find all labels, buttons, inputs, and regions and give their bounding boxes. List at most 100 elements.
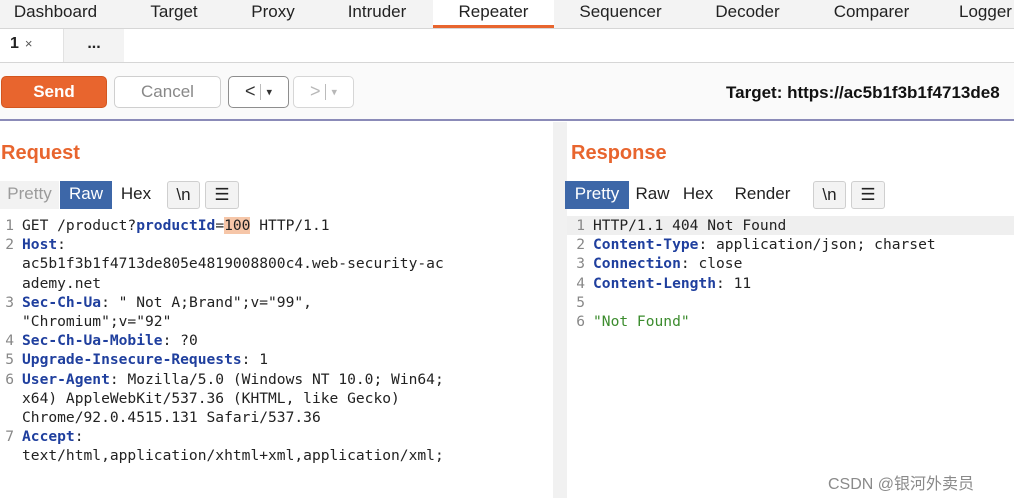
request-editor[interactable]: 1 GET /product?productId=100 HTTP/1.1 2 Hos…	[0, 216, 553, 486]
line-number: 4	[576, 274, 585, 292]
toolbar: Send Cancel < ▾ > ▾ Target: https://ac5b1f…	[0, 63, 1014, 121]
header-name: Accept	[22, 428, 75, 446]
code-token: ac5b1f3b1f4713de805e4819008800c4.web-sec…	[22, 255, 444, 273]
code-token: :	[74, 428, 84, 446]
code-text: HTTP/1.1 404 Not Found	[593, 216, 786, 235]
header-name: Content-Type	[593, 236, 699, 254]
line-number: 3	[5, 293, 14, 311]
param-value-highlight: 100	[224, 217, 251, 234]
code-text: ademy.net	[22, 274, 101, 293]
header-name: Sec-Ch-Ua	[22, 293, 102, 311]
request-view-hex[interactable]: Hex	[113, 181, 159, 209]
line-number: 5	[5, 351, 14, 369]
code-token: Chrome/92.0.4515.131 Safari/537.36	[22, 409, 321, 426]
code-text: GET /product?productId=100 HTTP/1.1	[22, 216, 330, 235]
line-number: 1	[5, 217, 14, 234]
code-token: :	[57, 236, 66, 254]
code-token: GET /product?	[22, 217, 137, 234]
code-token: =	[215, 217, 225, 234]
code-text: Upgrade-Insecure-Requests: 1	[22, 350, 268, 369]
code-token: HTTP/1.1 404 Not Found	[593, 217, 787, 234]
response-view-hex[interactable]: Hex	[676, 181, 720, 209]
header-name: Content-Length	[593, 274, 717, 292]
code-token: "Chromium";v="92"	[22, 313, 172, 330]
json-string: "Not Found"	[593, 313, 690, 330]
code-text: text/html,application/xhtml+xml,applicat…	[22, 446, 444, 465]
dropdown-caret-icon[interactable]: ▾	[331, 86, 337, 98]
code-token: HTTP/1.1	[250, 217, 330, 234]
response-view-pretty[interactable]: Pretty	[565, 181, 629, 209]
code-token: x64) AppleWebKit/537.36 (KHTML, like Gec…	[22, 389, 400, 407]
target-label[interactable]: Target: https://ac5b1f3b1f4713de8	[726, 83, 1000, 103]
code-text: Accept:	[22, 427, 84, 446]
header-name: Sec-Ch-Ua-Mobile	[22, 332, 163, 350]
header-name: Connection	[593, 255, 681, 273]
top-nav: Dashboard Target Proxy Intruder Repeater…	[0, 0, 1014, 29]
header-name: Host	[22, 236, 58, 254]
tab-target[interactable]: Target	[111, 0, 237, 28]
line-number: 5	[576, 293, 585, 311]
code-token: : 11	[716, 274, 752, 292]
tab-proxy[interactable]: Proxy	[237, 0, 309, 28]
panel-divider[interactable]	[553, 122, 567, 498]
menu-icon[interactable]: ☰	[851, 181, 885, 209]
line-number: 3	[576, 255, 585, 273]
header-name: Upgrade-Insecure-Requests	[22, 351, 242, 369]
code-text: ac5b1f3b1f4713de805e4819008800c4.web-sec…	[22, 254, 444, 273]
header-name: User-Agent	[22, 370, 110, 388]
code-token: : close	[680, 255, 743, 273]
code-text: x64) AppleWebKit/537.36 (KHTML, like Gec…	[22, 389, 400, 408]
code-token: : 1	[241, 351, 269, 369]
send-button[interactable]: Send	[1, 76, 107, 108]
request-view-pretty[interactable]: Pretty	[0, 181, 59, 209]
close-icon[interactable]: ×	[25, 36, 33, 51]
param-name: productId	[136, 217, 216, 234]
line-number: 2	[576, 236, 585, 254]
code-token: text/html,application/xhtml+xml,applicat…	[22, 447, 444, 465]
response-view-render[interactable]: Render	[721, 181, 804, 209]
code-text: Content-Length: 11	[593, 274, 751, 293]
separator	[260, 84, 262, 101]
response-newline-toggle[interactable]: \n	[813, 181, 846, 209]
tab-dashboard[interactable]: Dashboard	[0, 0, 111, 28]
repeater-subtabs: 1 × ...	[0, 29, 1014, 63]
response-editor[interactable]: 1 HTTP/1.1 404 Not Found 2 Content-Type: ap…	[571, 216, 1014, 356]
response-view-raw[interactable]: Raw	[630, 181, 675, 209]
code-text: Sec-Ch-Ua: " Not A;Brand";v="99",	[22, 293, 312, 312]
code-text: Content-Type: application/json; charset	[593, 235, 936, 254]
forward-button[interactable]: > ▾	[293, 76, 354, 108]
tab-logger[interactable]: Logger	[935, 0, 1014, 28]
line-number: 6	[576, 313, 585, 330]
line-number: 7	[5, 428, 14, 446]
request-tab-label: 1	[10, 35, 19, 52]
code-text: Host:	[22, 235, 66, 254]
separator	[325, 84, 327, 101]
request-title: Request	[1, 142, 80, 164]
code-text: Sec-Ch-Ua-Mobile: ?0	[22, 331, 198, 350]
tab-repeater[interactable]: Repeater	[433, 0, 554, 28]
code-text: "Chromium";v="92"	[22, 312, 171, 331]
code-token: : application/json; charset	[698, 236, 936, 254]
new-tab-button[interactable]: ...	[64, 29, 124, 62]
code-token: : " Not A;Brand";v="99",	[101, 293, 312, 311]
line-number: 1	[576, 217, 585, 234]
code-token: : ?0	[162, 332, 198, 350]
code-text: Chrome/92.0.4515.131 Safari/537.36	[22, 408, 321, 427]
tab-decoder[interactable]: Decoder	[687, 0, 808, 28]
chevron-left-icon: <	[244, 81, 256, 101]
back-button[interactable]: < ▾	[228, 76, 289, 108]
cancel-button[interactable]: Cancel	[114, 76, 221, 108]
tab-sequencer[interactable]: Sequencer	[554, 0, 687, 28]
code-token: : Mozilla/5.0 (Windows NT 10.0; Win64;	[109, 370, 444, 388]
response-title: Response	[571, 142, 667, 164]
line-number: 6	[5, 370, 14, 388]
code-text: Connection: close	[593, 254, 742, 273]
request-view-raw[interactable]: Raw	[60, 181, 112, 209]
request-tab-1[interactable]: 1 ×	[0, 29, 64, 62]
dropdown-caret-icon[interactable]: ▾	[266, 86, 272, 98]
chevron-right-icon: >	[309, 81, 321, 101]
menu-icon[interactable]: ☰	[205, 181, 239, 209]
tab-intruder[interactable]: Intruder	[309, 0, 445, 28]
tab-comparer[interactable]: Comparer	[808, 0, 935, 28]
request-newline-toggle[interactable]: \n	[167, 181, 200, 209]
